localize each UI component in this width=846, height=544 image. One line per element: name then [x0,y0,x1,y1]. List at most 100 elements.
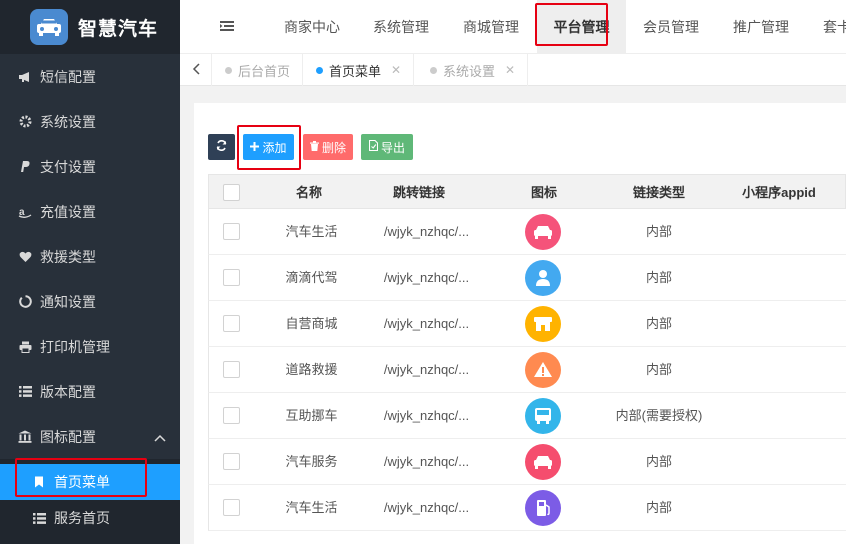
sidebar-item-printer[interactable]: 打印机管理 [0,324,180,369]
cell-link[interactable]: /wjyk_nzhqc/... [369,485,484,531]
top-navigation: 商家中心 系统管理 商城管理 平台管理 会员管理 推广管理 套卡 [180,0,846,54]
heart-icon [18,250,32,264]
cell-link-type: 内部(需要授权) [615,408,703,423]
circle-notch-icon [18,295,32,309]
bank-icon [18,430,32,444]
sidebar-item-version[interactable]: 版本配置 [0,369,180,414]
row-checkbox[interactable] [223,269,240,286]
sidebar-item-label: 救援类型 [40,248,96,265]
topnav-card-package[interactable]: 套卡 [823,0,846,53]
column-header-icon: 图标 [530,185,557,200]
row-checkbox[interactable] [223,407,240,424]
cell-link-type: 内部 [645,316,672,331]
close-icon[interactable]: ✕ [391,63,401,77]
row-checkbox[interactable] [223,453,240,470]
sidebar-subitem-service-home[interactable]: 服务首页 [0,500,180,536]
cell-link[interactable]: /wjyk_nzhqc/... [369,393,484,439]
column-header-appid: 小程序appid [742,185,816,200]
row-checkbox[interactable] [223,315,240,332]
tab-home-menu[interactable]: 首页菜单 ✕ [304,54,415,86]
printer-icon [18,340,32,354]
export-button[interactable]: 导出 [361,134,413,160]
sidebar-item-label: 版本配置 [40,383,96,400]
fuel-icon [525,490,561,526]
sidebar-subitem-home-menu[interactable]: 首页菜单 [0,464,180,500]
tab-status-dot [225,66,232,74]
table-header: 名称 跳转链接 图标 链接类型 小程序appid [208,174,846,209]
sidebar-item-label: 通知设置 [40,293,96,310]
amazon-icon: a [18,205,32,219]
add-button[interactable]: 添加 [243,134,294,160]
row-checkbox[interactable] [223,223,240,240]
row-checkbox[interactable] [223,361,240,378]
tab-label: 首页菜单 [329,63,382,79]
cell-appid [729,485,829,531]
sidebar-item-notify[interactable]: 通知设置 [0,279,180,324]
sidebar-item-rescue-type[interactable]: 救援类型 [0,234,180,279]
tab-label: 系统设置 [443,63,496,79]
topnav-promotion-management[interactable]: 推广管理 [733,0,789,53]
refresh-button[interactable] [208,134,235,160]
cell-link[interactable]: /wjyk_nzhqc/... [369,347,484,393]
delete-button-label: 删除 [321,140,346,155]
topnav-member-management[interactable]: 会员管理 [643,0,699,53]
cell-name: 滴滴代驾 [285,270,338,285]
add-button-label: 添加 [262,140,287,155]
topnav-system-management[interactable]: 系统管理 [373,0,429,53]
gear-icon [18,115,32,129]
cell-link[interactable]: /wjyk_nzhqc/... [369,209,484,255]
table-row: 汽车生活/wjyk_nzhqc/... 内部 [208,485,846,531]
sidebar-item-label: 短信配置 [40,68,96,85]
tab-label: 后台首页 [238,63,291,79]
app-title: 智慧汽车 [78,18,159,40]
cell-link[interactable]: /wjyk_nzhqc/... [369,255,484,301]
menu-toggle-icon[interactable] [220,19,234,36]
delete-button[interactable]: 删除 [303,134,353,160]
shop-icon [525,306,561,342]
sidebar-item-payment[interactable]: 支付设置 [0,144,180,189]
cell-link-type: 内部 [645,224,672,239]
sidebar-item-label: 支付设置 [40,158,96,175]
cell-appid [729,439,829,485]
cell-appid [729,301,829,347]
export-button-label: 导出 [380,140,405,155]
topnav-platform-management[interactable]: 平台管理 [537,0,626,53]
tab-scroll-left-button[interactable] [180,54,212,86]
row-checkbox[interactable] [223,499,240,516]
list-icon [32,511,46,525]
bookmark-icon [32,475,46,489]
table-row: 汽车生活/wjyk_nzhqc/... 内部 [208,209,846,255]
cell-link-type: 内部 [645,362,672,377]
cell-link[interactable]: /wjyk_nzhqc/... [369,301,484,347]
chevron-up-icon [154,429,166,445]
list-icon [18,385,32,399]
table-row: 自营商城/wjyk_nzhqc/... 内部 [208,301,846,347]
sidebar-item-recharge[interactable]: a 充值设置 [0,189,180,234]
trash-icon [309,140,319,154]
car-logo-icon [30,9,68,45]
table-row: 汽车服务/wjyk_nzhqc/... 内部 [208,439,846,485]
paypal-icon [18,160,32,174]
sidebar-item-icon-config[interactable]: 图标配置 [0,414,180,459]
chevron-left-icon [192,62,200,78]
tab-admin-home[interactable]: 后台首页 [213,54,304,86]
cell-name: 汽车服务 [285,454,338,469]
cell-link[interactable]: /wjyk_nzhqc/... [369,439,484,485]
select-all-checkbox[interactable] [223,184,240,201]
car-icon [525,444,561,480]
cell-link-type: 内部 [645,270,672,285]
cell-appid [729,209,829,255]
tabs-bar: 后台首页 首页菜单 ✕ 系统设置 ✕ [180,54,846,86]
plus-icon [250,140,260,154]
sidebar-item-sms[interactable]: 短信配置 [0,54,180,99]
cell-link-type: 内部 [645,500,672,515]
tab-system-settings[interactable]: 系统设置 ✕ [418,54,529,86]
cell-name: 汽车生活 [285,224,338,239]
table-body: 汽车生活/wjyk_nzhqc/... 内部 滴滴代驾/wjyk_nzhqc/...… [208,209,846,531]
tab-status-dot [430,66,437,74]
sidebar-item-label: 系统设置 [40,113,96,130]
sidebar-item-system[interactable]: 系统设置 [0,99,180,144]
topnav-merchant-center[interactable]: 商家中心 [284,0,340,53]
close-icon[interactable]: ✕ [505,63,515,77]
topnav-mall-management[interactable]: 商城管理 [463,0,519,53]
